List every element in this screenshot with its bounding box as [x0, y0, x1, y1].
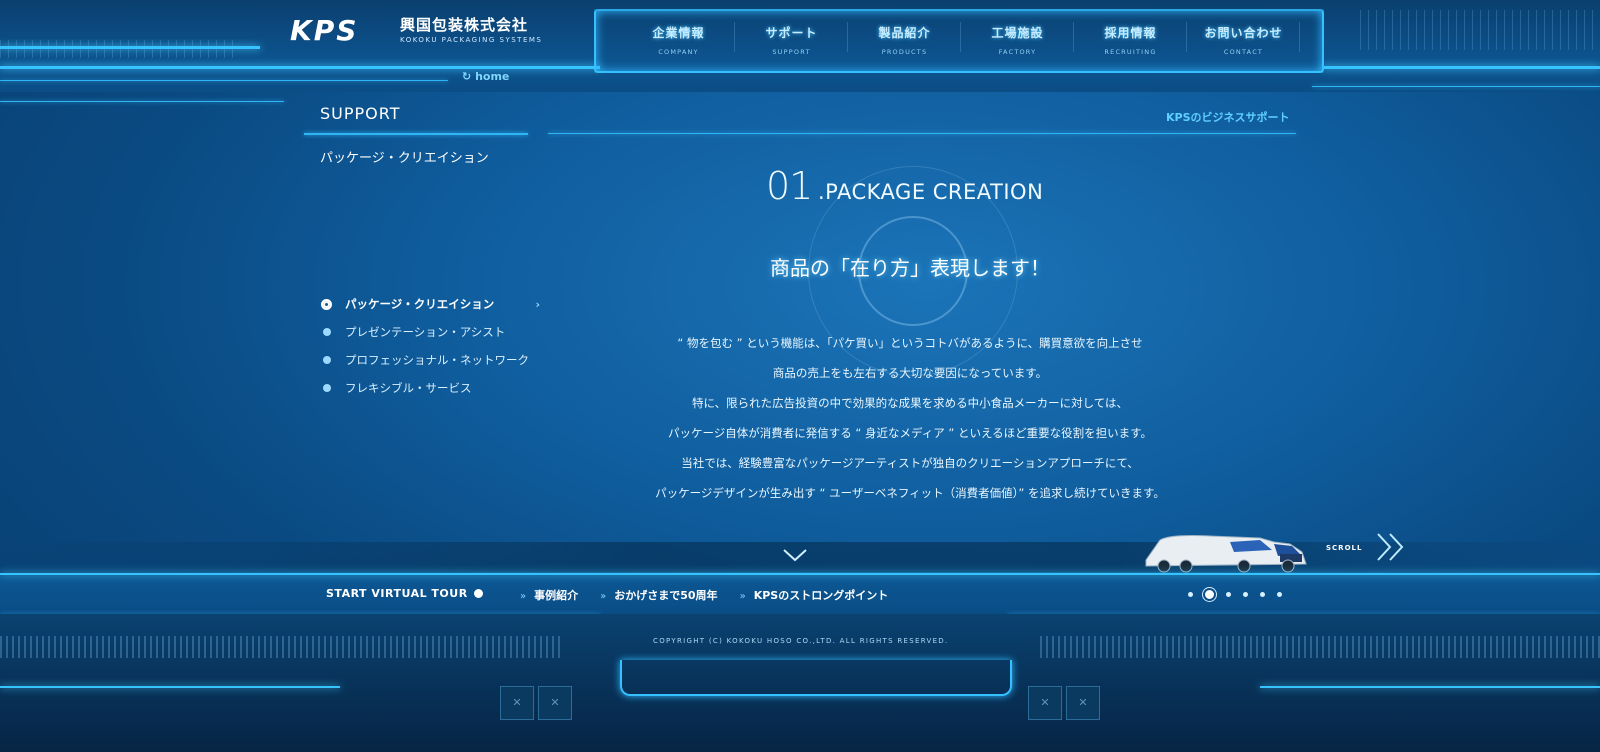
header-tick-decor	[1360, 10, 1600, 50]
footer-barcode-right	[1040, 636, 1600, 658]
truck-icon	[1145, 535, 1307, 573]
submenu-item-presentation-assist[interactable]: プレゼンテーション・アシスト	[320, 318, 540, 346]
header-glow-line-left	[0, 46, 260, 49]
footer-line-left	[0, 686, 340, 688]
play-icon	[473, 589, 483, 598]
body-text: “ 物を包む ” という機能は、「パケ買い」というコトバがあるように、購買意欲を…	[600, 328, 1220, 508]
nav-label-jp: 製品紹介	[878, 26, 931, 40]
link-strong-points[interactable]: » KPSのストロングポイント	[740, 587, 889, 603]
business-support-label: KPSのビジネスサポート	[1166, 111, 1290, 124]
scroll-label[interactable]: SCROLL	[1326, 544, 1362, 552]
subbar-top-line	[0, 573, 1600, 575]
nav-label-en: FACTORY	[998, 48, 1037, 56]
nav-label-en: RECRUITING	[1104, 48, 1157, 56]
link-label: おかげさまで50周年	[614, 589, 718, 602]
copyright: COPYRIGHT (C) KOKOKU HOSO CO.,LTD. ALL R…	[653, 637, 949, 645]
bottom-links: » 事例紹介 » おかげさまで50周年 » KPSのストロングポイント	[520, 587, 888, 603]
header-glow-line-mid	[0, 66, 600, 69]
header-thin-line-left	[0, 80, 448, 81]
global-nav: 企業情報 COMPANY サポート SUPPORT 製品紹介 PRODUCTS …	[622, 14, 1300, 64]
nav-label-en: CONTACT	[1223, 48, 1264, 56]
link-case-studies[interactable]: » 事例紹介	[520, 587, 578, 603]
pager-dot[interactable]	[1226, 592, 1231, 597]
bullet-icon	[323, 356, 331, 364]
submenu-label: フレキシブル・サービス	[345, 381, 472, 395]
double-chevron-icon: »	[739, 591, 746, 602]
header-tick-decor-left	[0, 40, 240, 58]
body-line: 当社では、経験豊富なパッケージアーティストが独自のクリエーションアプローチにて、	[681, 456, 1139, 470]
footer-plate	[620, 660, 1012, 696]
submenu-label: プロフェッショナル・ネットワーク	[345, 353, 529, 367]
company-name-en: KOKOKU PACKAGING SYSTEMS	[400, 36, 543, 44]
footer-barcode-left	[0, 636, 560, 658]
nav-label-jp: サポート	[765, 26, 818, 40]
footer-box-icon: ✕	[1028, 686, 1062, 720]
footer-box-icon: ✕	[1066, 686, 1100, 720]
double-chevron-icon: »	[520, 591, 527, 602]
pager-dot[interactable]	[1260, 592, 1265, 597]
double-chevron-right-icon[interactable]	[1374, 530, 1408, 571]
submenu-item-flexible-service[interactable]: フレキシブル・サービス	[320, 374, 540, 402]
content-thin-line-left	[0, 101, 284, 102]
headline: 商品の「在り方」表現します！	[770, 256, 1050, 280]
pager-dot[interactable]	[1243, 592, 1248, 597]
nav-label-en: PRODUCTS	[881, 48, 928, 56]
header-thin-line-right	[1312, 86, 1600, 87]
refresh-icon: ↻	[462, 70, 472, 83]
body-line: 商品の売上をも左右する大切な要因になっています。	[772, 366, 1048, 380]
body-line: 特に、限られた広告投資の中で効果的な成果を求める中小食品メーカーに対しては、	[691, 396, 1129, 410]
home-label: home	[475, 70, 510, 83]
footer-line-right	[1260, 686, 1600, 688]
nav-label-jp: 工場施設	[991, 26, 1044, 40]
pager-dot[interactable]	[1188, 592, 1193, 597]
double-chevron-icon: »	[600, 591, 607, 602]
submenu: パッケージ・クリエイション › プレゼンテーション・アシスト プロフェッショナル…	[320, 290, 540, 402]
nav-recruiting[interactable]: 採用情報 RECRUITING	[1074, 14, 1187, 64]
section-underline	[304, 133, 528, 135]
content-divider	[548, 133, 1296, 134]
bullet-icon	[323, 384, 331, 392]
page-number: 01	[766, 164, 813, 208]
active-bullet-icon	[321, 298, 332, 310]
company-name-jp: 興国包装株式会社	[400, 16, 529, 34]
nav-factory[interactable]: 工場施設 FACTORY	[961, 14, 1074, 64]
home-link[interactable]: ↻ home	[462, 70, 536, 90]
pager-dot[interactable]	[1205, 590, 1214, 599]
logo-mark: KPS	[290, 14, 359, 47]
link-label: KPSのストロングポイント	[753, 589, 889, 602]
page-title: .PACKAGE CREATION	[818, 180, 1044, 204]
submenu-label: パッケージ・クリエイション	[345, 297, 495, 311]
pager-dot[interactable]	[1277, 592, 1282, 597]
body-line: “ 物を包む ” という機能は、「パケ買い」というコトバがあるように、購買意欲を…	[677, 336, 1143, 350]
nav-label-jp: 採用情報	[1104, 26, 1157, 40]
page-indicator	[1188, 590, 1282, 599]
nav-products[interactable]: 製品紹介 PRODUCTS	[848, 14, 961, 64]
body-line: パッケージデザインが生み出す “ ユーザーベネフィット（消費者価値）” を追求し…	[655, 486, 1165, 500]
footer-box-icon: ✕	[500, 686, 534, 720]
nav-support[interactable]: サポート SUPPORT	[735, 14, 848, 64]
submenu-item-package-creation[interactable]: パッケージ・クリエイション ›	[320, 290, 540, 318]
nav-label-en: SUPPORT	[772, 48, 811, 56]
chevron-right-icon: ›	[535, 297, 540, 311]
section-subtitle: パッケージ・クリエイション	[320, 151, 489, 166]
section-label: SUPPORT	[320, 104, 401, 123]
link-50th-anniversary[interactable]: » おかげさまで50周年	[600, 587, 717, 603]
logo[interactable]: KPS 興国包装株式会社 KOKOKU PACKAGING SYSTEMS	[290, 14, 550, 50]
submenu-item-professional-network[interactable]: プロフェッショナル・ネットワーク	[320, 346, 540, 374]
nav-label-jp: 企業情報	[652, 26, 705, 40]
tour-label: START VIRTUAL TOUR	[326, 587, 468, 600]
footer-box-icon: ✕	[538, 686, 572, 720]
virtual-tour-link[interactable]: START VIRTUAL TOUR	[326, 587, 483, 600]
nav-label-jp: お問い合わせ	[1204, 26, 1283, 40]
bullet-icon	[323, 328, 331, 336]
link-label: 事例紹介	[534, 589, 579, 602]
submenu-label: プレゼンテーション・アシスト	[345, 325, 506, 339]
body-line: パッケージ自体が消費者に発信する “ 身近なメディア ” といえるほど重要な役割…	[667, 426, 1152, 440]
nav-company[interactable]: 企業情報 COMPANY	[622, 14, 735, 64]
scroll-down-icon[interactable]	[782, 546, 808, 567]
nav-label-en: COMPANY	[658, 48, 699, 56]
header-glow-line-right	[1322, 66, 1600, 69]
nav-contact[interactable]: お問い合わせ CONTACT	[1187, 14, 1300, 64]
